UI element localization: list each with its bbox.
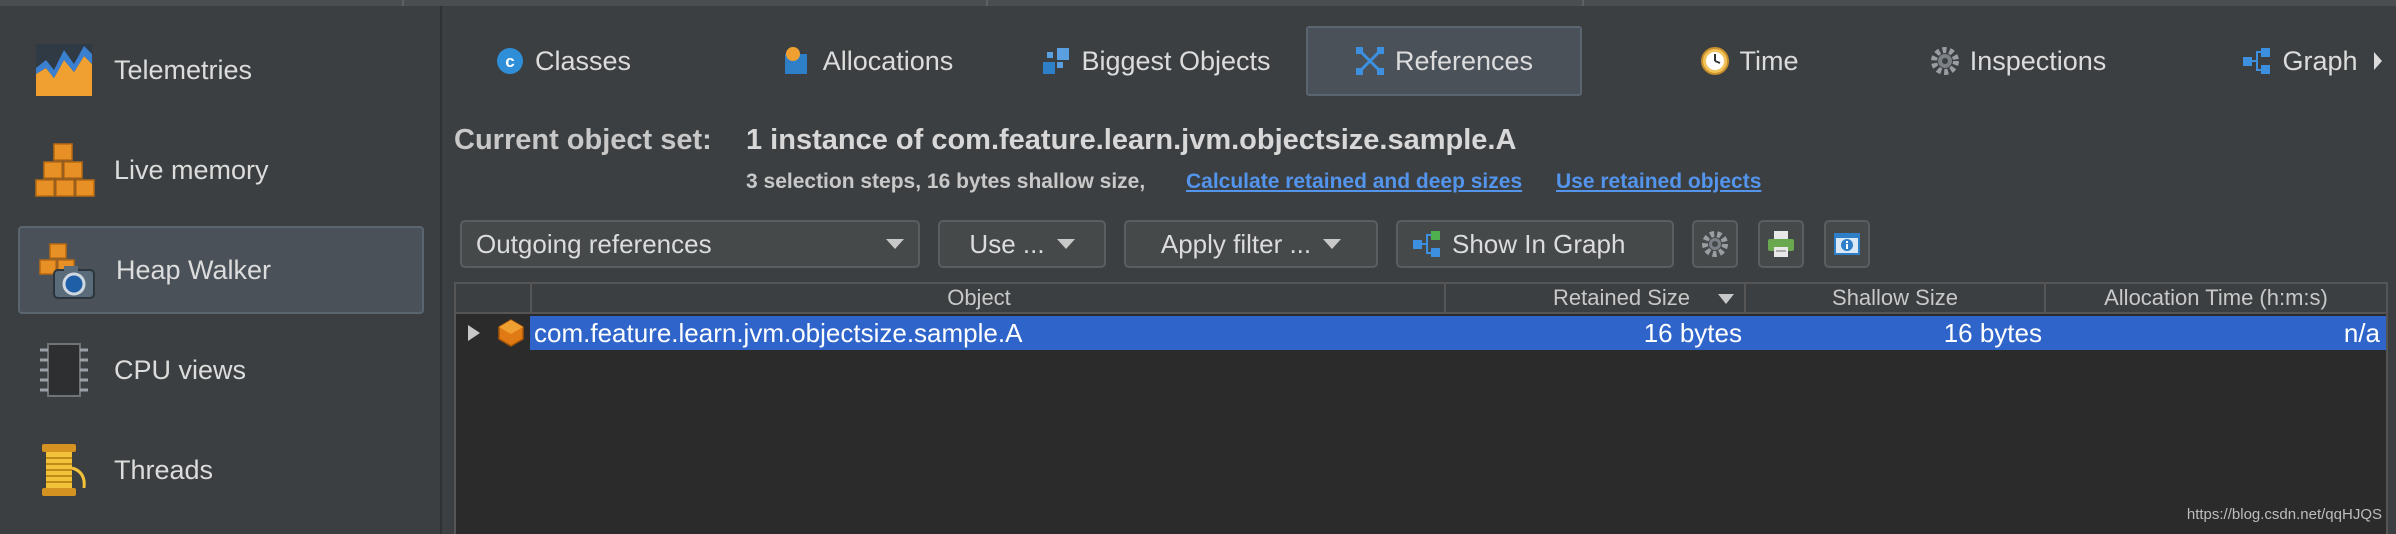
sidebar-item-cpu-views[interactable]: CPU views <box>18 326 424 414</box>
classes-icon: c <box>496 48 523 74</box>
header-expander-column <box>456 284 530 312</box>
sidebar-item-heap-walker[interactable]: Heap Walker <box>18 226 424 314</box>
column-header-allocation-time[interactable]: Allocation Time (h:m:s) <box>2044 284 2386 312</box>
column-header-object[interactable]: Object <box>530 284 1426 312</box>
sidebar-item-threads[interactable]: Threads <box>18 426 424 514</box>
inspections-icon <box>1930 47 1959 75</box>
biggest-objects-icon <box>1043 48 1070 74</box>
allocation-time-cell: n/a <box>2343 318 2380 348</box>
object-cell: com.feature.learn.jvm.objectsize.sample.… <box>534 318 1023 348</box>
print-button[interactable] <box>1758 220 1804 268</box>
sidebar-item-label: Heap Walker <box>116 254 272 285</box>
show-in-graph-button[interactable]: Show In Graph <box>1396 220 1674 268</box>
show-in-graph-icon <box>1413 231 1440 257</box>
shallow-size-cell: 16 bytes <box>1943 318 2042 348</box>
printer-icon <box>1768 231 1794 257</box>
selection-info: 3 selection steps, 16 bytes shallow size… <box>746 170 1146 193</box>
expand-arrow-icon[interactable] <box>466 324 482 342</box>
watermark-text: https://blog.csdn.net/qqHJQS <box>2186 506 2382 523</box>
tab-time[interactable]: Time <box>1674 26 1824 96</box>
reference-mode-select[interactable]: Outgoing references <box>460 220 920 268</box>
telemetries-icon <box>36 44 92 96</box>
sidebar-item-label: Live memory <box>114 154 269 185</box>
settings-button[interactable] <box>1692 220 1738 268</box>
column-header-shallow-size[interactable]: Shallow Size <box>1744 284 2044 312</box>
heap-walker-icon <box>39 243 95 299</box>
apply-filter-label: Apply filter ... <box>1160 228 1312 259</box>
toolbar-separator <box>1582 0 1584 6</box>
tab-label: Allocations <box>822 45 954 76</box>
chevron-down-icon <box>886 239 904 249</box>
svg-text:c: c <box>505 52 514 71</box>
threads-icon <box>42 444 86 496</box>
time-icon <box>1700 47 1729 75</box>
tab-allocations[interactable]: Allocations <box>778 26 958 96</box>
sidebar-item-label: Threads <box>114 454 214 485</box>
tab-biggest-objects[interactable]: Biggest Objects <box>1036 26 1276 96</box>
gear-icon <box>1702 231 1728 257</box>
column-header-retained-size[interactable]: Retained Size <box>1444 284 1750 312</box>
sort-descending-icon <box>1718 294 1734 304</box>
info-window-icon <box>1834 233 1860 255</box>
tab-references[interactable]: References <box>1306 26 1582 96</box>
export-info-button[interactable] <box>1824 220 1870 268</box>
sidebar-item-live-memory[interactable]: Live memory <box>18 126 424 214</box>
sidebar-item-label: CPU views <box>114 354 247 385</box>
graph-icon <box>2243 48 2271 74</box>
tab-graph[interactable]: Graph <box>2230 26 2370 96</box>
tab-label: Time <box>1739 45 1799 76</box>
references-icon <box>1355 47 1384 75</box>
sidebar-item-telemetries[interactable]: Telemetries <box>18 26 424 114</box>
tab-label: References <box>1394 45 1534 76</box>
toolbar-separator <box>986 0 988 6</box>
chevron-down-icon <box>1056 239 1075 249</box>
column-header-retained-size-label: Retained Size <box>1553 285 1690 310</box>
cpu-views-icon <box>40 343 88 397</box>
tab-label: Biggest Objects <box>1081 45 1271 76</box>
object-instance-icon <box>498 319 524 347</box>
tab-classes[interactable]: c Classes <box>478 26 648 96</box>
use-retained-objects-link[interactable]: Use retained objects <box>1556 170 1761 194</box>
tab-label: Graph <box>2282 45 2358 76</box>
retained-size-cell: 16 bytes <box>1643 318 1742 348</box>
sidebar-item-label: Telemetries <box>114 54 253 85</box>
live-memory-icon <box>35 143 95 197</box>
sidebar: Telemetries Live memory Heap Walker CPU … <box>0 6 442 534</box>
current-object-set-label: Current object set: <box>454 124 712 156</box>
use-dropdown-button[interactable]: Use ... <box>938 220 1106 268</box>
show-in-graph-label: Show In Graph <box>1452 228 1626 259</box>
tab-label: Classes <box>534 45 632 76</box>
tabs-scroll-right-icon[interactable] <box>2372 50 2384 72</box>
tab-inspections[interactable]: Inspections <box>1908 26 2128 96</box>
table-header: Object Retained Size Shallow Size Alloca… <box>456 284 2386 314</box>
tab-label: Inspections <box>1969 45 2107 76</box>
use-label: Use ... <box>969 228 1045 259</box>
current-object-set-value: 1 instance of com.feature.learn.jvm.obje… <box>746 124 1517 156</box>
allocations-icon <box>784 47 807 74</box>
table-row[interactable]: com.feature.learn.jvm.objectsize.sample.… <box>530 316 2386 350</box>
chevron-down-icon <box>1323 239 1342 249</box>
reference-mode-value: Outgoing references <box>476 228 712 259</box>
heap-walker-tabs: c Classes Allocations Biggest Objects Re… <box>448 22 2396 102</box>
calculate-retained-sizes-link[interactable]: Calculate retained and deep sizes <box>1186 170 1522 194</box>
references-table: Object Retained Size Shallow Size Alloca… <box>454 282 2388 534</box>
apply-filter-button[interactable]: Apply filter ... <box>1124 220 1378 268</box>
